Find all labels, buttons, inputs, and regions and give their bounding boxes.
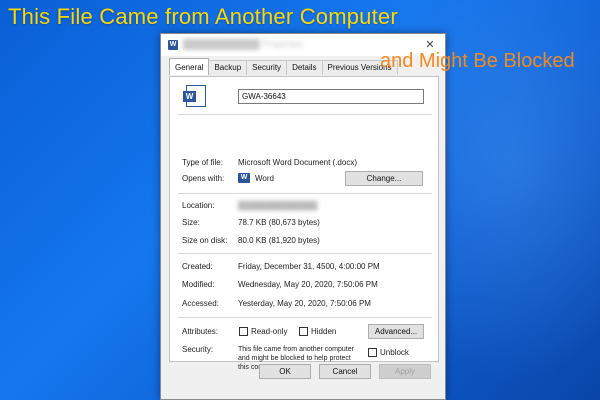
unblock-label: Unblock xyxy=(380,348,409,357)
opens-with-value: Word xyxy=(255,174,274,183)
dialog-title-blurred: ████████████ Properties xyxy=(183,39,304,49)
opens-with-label: Opens with: xyxy=(182,174,225,183)
divider xyxy=(178,193,432,194)
location-label: Location: xyxy=(182,201,215,210)
accessed-value: Yesterday, May 20, 2020, 7:50:06 PM xyxy=(238,299,371,308)
word-file-icon: W xyxy=(168,40,178,50)
modified-label: Modified: xyxy=(182,280,215,289)
tab-security[interactable]: Security xyxy=(246,60,288,75)
word-document-icon: W xyxy=(183,85,206,107)
tab-details[interactable]: Details xyxy=(286,60,323,75)
size-on-disk-value: 80.0 KB (81,920 bytes) xyxy=(238,236,320,245)
apply-button[interactable]: Apply xyxy=(379,364,431,379)
divider xyxy=(178,317,432,318)
divider xyxy=(178,114,432,115)
type-label: Type of file: xyxy=(182,158,223,167)
created-value: Friday, December 31, 4500, 4:00:00 PM xyxy=(238,262,380,271)
word-badge-icon: W xyxy=(183,91,196,102)
headline-line-1: This File Came from Another Computer xyxy=(8,4,398,29)
readonly-checkbox[interactable] xyxy=(239,327,248,336)
word-app-icon: W xyxy=(238,173,250,183)
size-on-disk-label: Size on disk: xyxy=(182,236,228,245)
attributes-label: Attributes: xyxy=(182,327,219,336)
tab-bar: General Backup Security Details Previous… xyxy=(169,58,398,76)
general-panel: W GWA-36643 Type of file: Microsoft Word… xyxy=(169,76,439,371)
divider xyxy=(178,253,432,254)
readonly-label: Read-only xyxy=(251,327,288,336)
size-label: Size: xyxy=(182,218,200,227)
advanced-button[interactable]: Advanced... xyxy=(368,324,424,339)
hidden-checkbox[interactable] xyxy=(299,327,308,336)
hidden-label: Hidden xyxy=(311,327,337,336)
security-label: Security: xyxy=(182,345,214,354)
change-button[interactable]: Change... xyxy=(345,171,423,186)
file-name-input[interactable]: GWA-36643 xyxy=(238,89,424,104)
created-label: Created: xyxy=(182,262,213,271)
ok-button[interactable]: OK xyxy=(259,364,311,379)
cancel-button[interactable]: Cancel xyxy=(319,364,371,379)
modified-value: Wednesday, May 20, 2020, 7:50:06 PM xyxy=(238,280,378,289)
type-value: Microsoft Word Document (.docx) xyxy=(238,158,357,167)
properties-dialog: W ████████████ Properties ✕ General Back… xyxy=(160,33,446,400)
location-value-blurred: ██████████████ xyxy=(238,201,318,210)
accessed-label: Accessed: xyxy=(182,299,219,308)
tab-general[interactable]: General xyxy=(169,58,210,75)
size-value: 78.7 KB (80,673 bytes) xyxy=(238,218,320,227)
tab-backup[interactable]: Backup xyxy=(208,60,248,75)
headline-line-2: and Might Be Blocked xyxy=(380,50,575,72)
unblock-checkbox[interactable] xyxy=(368,348,377,357)
